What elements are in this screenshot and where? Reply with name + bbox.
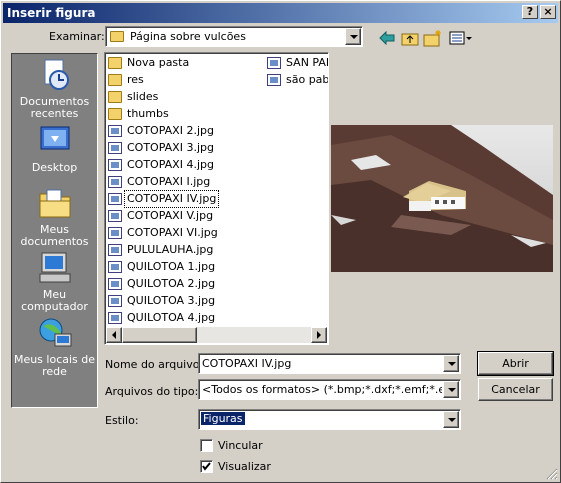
filename-dropdown-button[interactable] <box>443 355 459 372</box>
file-name: Nova pasta <box>127 56 190 69</box>
preview-image <box>331 125 553 272</box>
chevron-down-icon <box>448 362 456 366</box>
file-name: COTOPAXI 2.jpg <box>127 124 214 137</box>
style-value: Figuras <box>201 412 245 425</box>
desktop-icon <box>37 124 73 158</box>
scroll-right-button[interactable] <box>311 327 327 343</box>
image-file-icon <box>108 176 122 188</box>
new-folder-icon[interactable] <box>423 29 443 47</box>
preview-pane <box>331 52 553 345</box>
resize-grip-icon[interactable] <box>546 468 558 480</box>
back-icon[interactable] <box>379 31 395 45</box>
scroll-left-button[interactable] <box>106 327 122 343</box>
file-name: PULULAUHA.jpg <box>127 243 214 256</box>
place-label: Meus documentos <box>20 223 89 248</box>
file-name: COTOPAXI V.jpg <box>127 209 214 222</box>
folder-icon <box>110 31 124 42</box>
file-name: QUILOTOA 2.jpg <box>127 277 216 290</box>
file-name: COTOPAXI 3.jpg <box>127 141 214 154</box>
place-my-documents[interactable]: Meus documentos <box>12 186 97 248</box>
image-file-icon <box>267 57 281 69</box>
image-file-icon <box>108 193 122 205</box>
place-my-computer[interactable]: Meu computador <box>12 251 97 313</box>
preview-checkbox[interactable] <box>200 460 213 473</box>
filename-combo[interactable]: COTOPAXI IV.jpg <box>198 353 461 374</box>
image-file-icon <box>108 210 122 222</box>
place-label: Documentos recentes <box>19 95 90 120</box>
examinar-label: Examinar: <box>49 30 105 43</box>
style-dropdown-button[interactable] <box>443 411 459 428</box>
checkmark-icon <box>202 462 211 471</box>
file-name: QUILOTOA 3.jpg <box>127 294 216 307</box>
file-list[interactable]: Nova pasta res slides thumbs COTOPAXI 2.jpg C… <box>104 52 329 345</box>
image-file-icon <box>108 125 122 137</box>
image-file-icon <box>108 244 122 256</box>
open-button[interactable]: Abrir <box>477 351 554 376</box>
image-file-icon <box>267 74 281 86</box>
file-name: COTOPAXI 4.jpg <box>127 158 214 171</box>
chevron-left-icon <box>112 331 116 339</box>
look-in-combo[interactable]: Página sobre vulcões <box>105 26 363 47</box>
folder-icon <box>108 91 122 103</box>
filetype-combo[interactable]: <Todos os formatos> (*.bmp;*.dxf;*.emf;*… <box>198 379 461 400</box>
title-bar[interactable]: Inserir figura ? × <box>3 3 558 23</box>
place-label: Meu computador <box>21 288 88 313</box>
link-checkbox[interactable] <box>200 439 213 452</box>
style-combo[interactable]: Figuras <box>198 409 461 430</box>
file-name: slides <box>127 90 159 103</box>
place-label: Desktop <box>31 161 78 174</box>
help-button[interactable]: ? <box>522 5 538 19</box>
recent-documents-icon <box>37 58 73 92</box>
places-bar: Documentos recentes Desktop Meus documen… <box>11 53 98 408</box>
file-name: QUILOTOA 1.jpg <box>127 260 216 273</box>
dialog-title: Inserir figura <box>7 6 96 20</box>
folder-icon <box>108 108 122 120</box>
filetype-value: <Todos os formatos> (*.bmp;*.dxf;*.emf;*… <box>202 383 442 396</box>
place-label: Meus locais de rede <box>13 353 96 378</box>
folder-icon <box>108 57 122 69</box>
folder-icon <box>108 74 122 86</box>
filename-label: Nome do arquivo: <box>105 358 204 371</box>
insert-picture-dialog: Inserir figura ? × Examinar: Página sobr… <box>0 0 561 483</box>
views-icon[interactable] <box>449 31 473 45</box>
file-name: COTOPAXI I.jpg <box>127 175 211 188</box>
scrollbar-thumb[interactable] <box>122 327 197 343</box>
chevron-down-icon <box>448 418 456 422</box>
my-computer-icon <box>37 251 73 285</box>
filetype-dropdown-button[interactable] <box>443 381 459 398</box>
file-name: thumbs <box>127 107 169 120</box>
image-file-icon <box>108 295 122 307</box>
close-button[interactable]: × <box>540 5 556 19</box>
file-name: QUILOTOA 4.jpg <box>127 311 216 324</box>
cancel-button[interactable]: Cancelar <box>478 378 553 401</box>
my-documents-icon <box>37 186 73 220</box>
image-file-icon <box>108 227 122 239</box>
place-recent-documents[interactable]: Documentos recentes <box>12 58 97 120</box>
link-label[interactable]: Vincular <box>218 439 263 452</box>
file-name: res <box>127 73 144 86</box>
file-name: COTOPAXI VI.jpg <box>127 226 218 239</box>
file-name: são pablc <box>286 73 329 86</box>
place-network[interactable]: Meus locais de rede <box>12 316 97 378</box>
horizontal-scrollbar[interactable] <box>106 327 327 343</box>
filetype-label: Arquivos do tipo: <box>105 385 199 398</box>
preview-label[interactable]: Visualizar <box>218 460 271 473</box>
look-in-dropdown-button[interactable] <box>345 28 361 45</box>
file-name: COTOPAXI IV.jpg <box>123 190 220 208</box>
filename-value: COTOPAXI IV.jpg <box>202 357 292 370</box>
network-places-icon <box>37 316 73 350</box>
image-file-icon <box>108 312 122 324</box>
image-file-icon <box>108 278 122 290</box>
chevron-right-icon <box>317 331 321 339</box>
place-desktop[interactable]: Desktop <box>12 124 97 174</box>
image-file-icon <box>108 142 122 154</box>
look-in-value: Página sobre vulcões <box>130 30 246 43</box>
chevron-down-icon <box>350 35 358 39</box>
chevron-down-icon <box>448 388 456 392</box>
up-folder-icon[interactable] <box>401 30 419 46</box>
style-label: Estilo: <box>105 414 139 427</box>
file-name: SAN PABL <box>286 56 328 69</box>
image-file-icon <box>108 159 122 171</box>
image-file-icon <box>108 261 122 273</box>
